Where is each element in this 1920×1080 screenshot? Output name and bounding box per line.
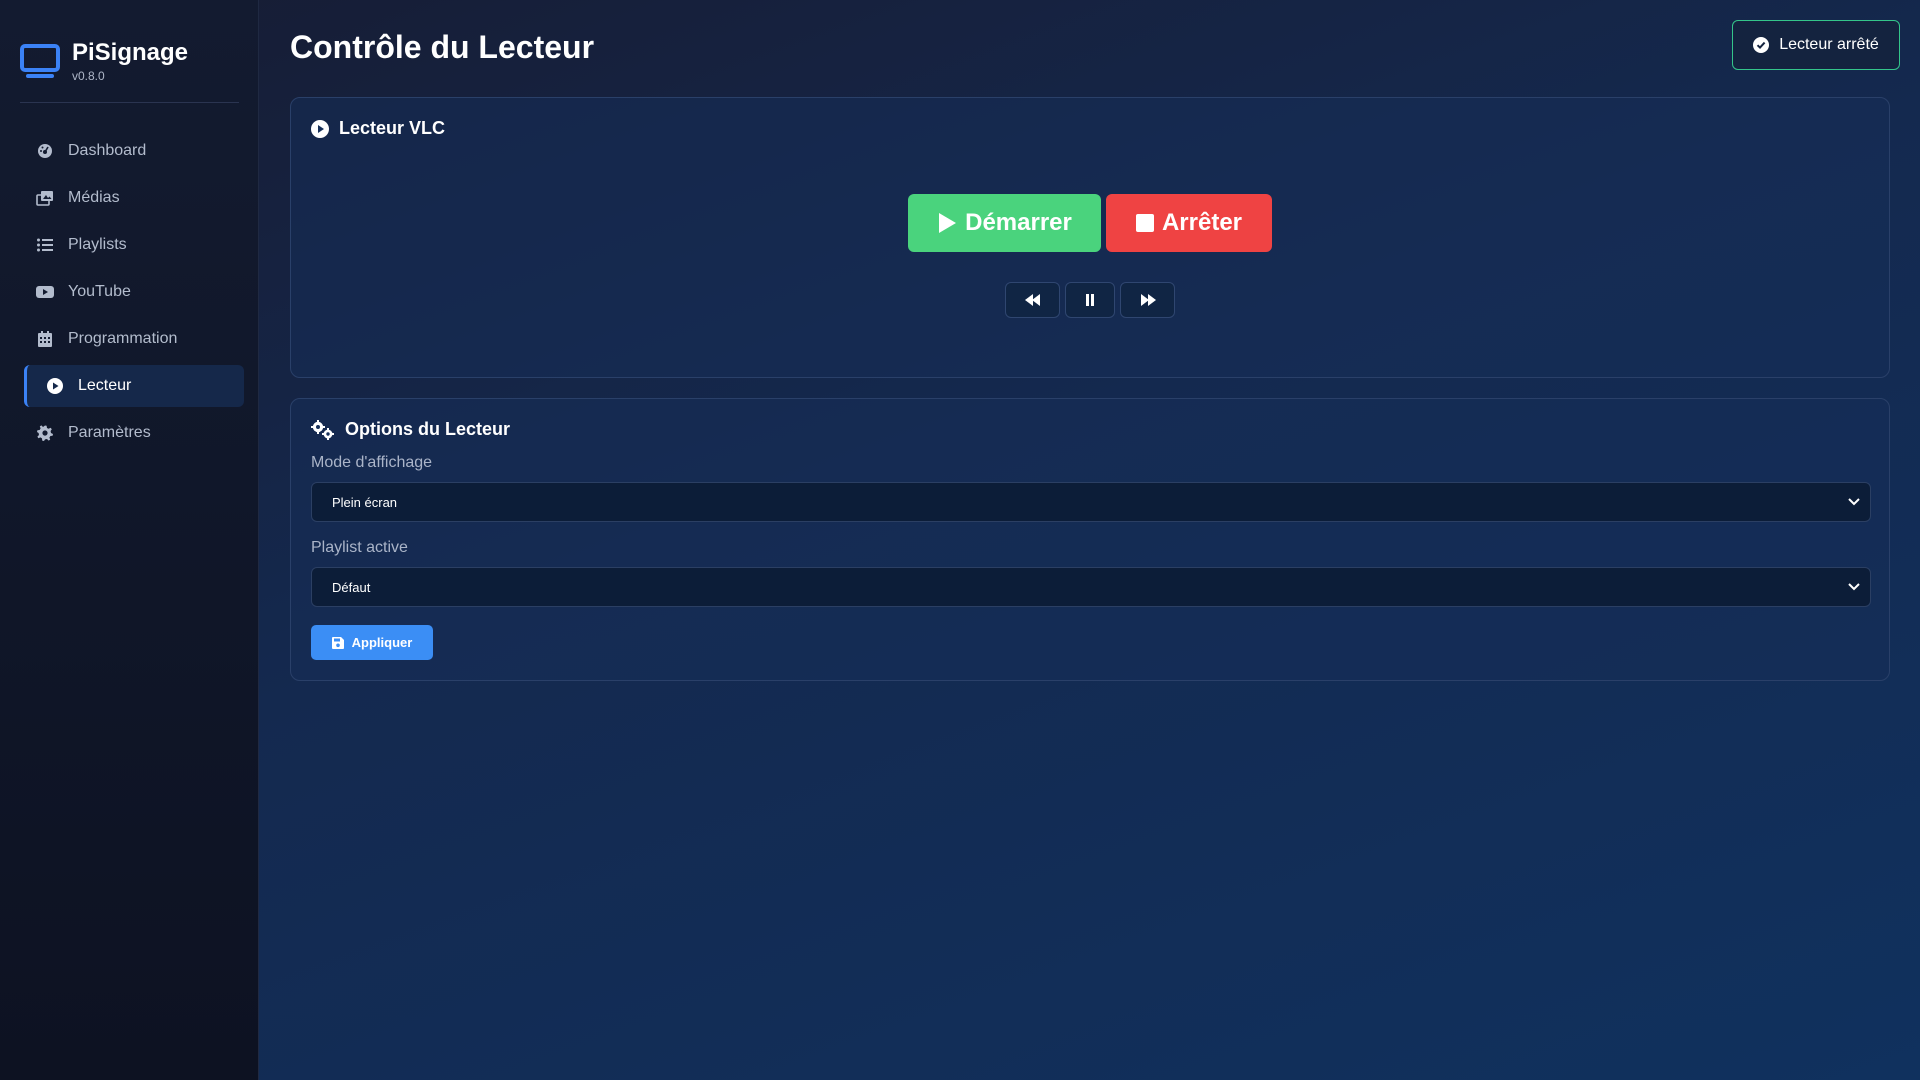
sidebar-item-label: Programmation — [68, 330, 178, 347]
sidebar-item-label: Paramètres — [68, 424, 151, 441]
start-button-label: Démarrer — [965, 209, 1072, 236]
calendar-icon — [36, 330, 54, 348]
page-title: Contrôle du Lecteur — [290, 29, 595, 65]
sidebar-item-parametres[interactable]: Paramètres — [24, 412, 244, 454]
gear-icon — [36, 424, 54, 442]
brand[interactable]: PiSignage v0.8.0 — [20, 36, 188, 86]
gauge-icon — [36, 142, 54, 160]
sidebar-item-label: Lecteur — [78, 377, 132, 394]
sidebar-item-medias[interactable]: Médias — [24, 177, 244, 219]
sidebar-item-programmation[interactable]: Programmation — [24, 318, 244, 360]
sidebar-item-lecteur[interactable]: Lecteur — [24, 365, 244, 407]
sidebar-item-label: YouTube — [68, 283, 131, 300]
check-circle-icon — [1753, 37, 1770, 53]
active-playlist-select[interactable]: Défaut — [311, 567, 1871, 607]
sidebar-item-dashboard[interactable]: Dashboard — [24, 130, 244, 172]
previous-button[interactable] — [1005, 282, 1060, 318]
stop-button[interactable]: Arrêter — [1106, 194, 1272, 252]
active-playlist-label: Playlist active — [311, 539, 408, 556]
status-text: Lecteur arrêté — [1779, 36, 1879, 53]
save-icon — [331, 636, 344, 649]
play-circle-icon — [46, 377, 64, 395]
sidebar-item-label: Dashboard — [68, 142, 147, 159]
pause-button[interactable] — [1065, 282, 1115, 318]
list-icon — [36, 236, 54, 254]
sidebar-divider — [20, 102, 239, 103]
brand-name: PiSignage — [72, 39, 189, 66]
options-card-header: Options du Lecteur — [311, 419, 510, 440]
display-mode-select[interactable]: Plein écran — [311, 482, 1871, 522]
images-icon — [36, 189, 54, 207]
sidebar-nav: Dashboard Médias Playlists YouTube Progr… — [24, 130, 244, 459]
youtube-icon — [36, 283, 54, 301]
forward-icon — [1140, 294, 1156, 306]
vlc-player-card: Lecteur VLC Démarrer Arrêter — [290, 97, 1890, 378]
next-button[interactable] — [1120, 282, 1175, 318]
vlc-card-title: Lecteur VLC — [339, 118, 446, 138]
apply-button-label: Appliquer — [351, 635, 413, 650]
stop-button-label: Arrêter — [1161, 209, 1243, 236]
vlc-transport-controls — [1005, 282, 1180, 318]
display-mode-value: Plein écran — [332, 494, 398, 510]
chevron-down-icon — [1848, 498, 1860, 506]
vlc-main-controls: Démarrer Arrêter — [908, 194, 1272, 252]
display-mode-label: Mode d'affichage — [311, 454, 433, 471]
chevron-down-icon — [1848, 583, 1860, 591]
play-icon — [939, 213, 957, 233]
monitor-icon — [20, 44, 60, 86]
pause-icon — [1086, 294, 1094, 306]
sidebar-item-playlists[interactable]: Playlists — [24, 224, 244, 266]
active-playlist-value: Défaut — [332, 579, 371, 595]
stop-icon — [1135, 214, 1154, 232]
brand-version: v0.8.0 — [72, 69, 105, 83]
player-options-card: Options du Lecteur Mode d'affichage Plei… — [290, 398, 1890, 681]
start-button[interactable]: Démarrer — [908, 194, 1101, 252]
sidebar-item-youtube[interactable]: YouTube — [24, 271, 244, 313]
status-badge: Lecteur arrêté — [1732, 20, 1900, 70]
sidebar-item-label: Playlists — [68, 236, 127, 253]
sidebar-item-label: Médias — [68, 189, 120, 206]
vlc-card-header: Lecteur VLC — [311, 118, 445, 139]
options-card-title: Options du Lecteur — [345, 419, 511, 439]
sidebar: PiSignage v0.8.0 Dashboard Médias Playli… — [0, 0, 259, 1080]
apply-button[interactable]: Appliquer — [311, 625, 433, 660]
backward-icon — [1024, 294, 1040, 306]
play-circle-icon — [311, 119, 329, 138]
gears-icon — [311, 419, 334, 440]
